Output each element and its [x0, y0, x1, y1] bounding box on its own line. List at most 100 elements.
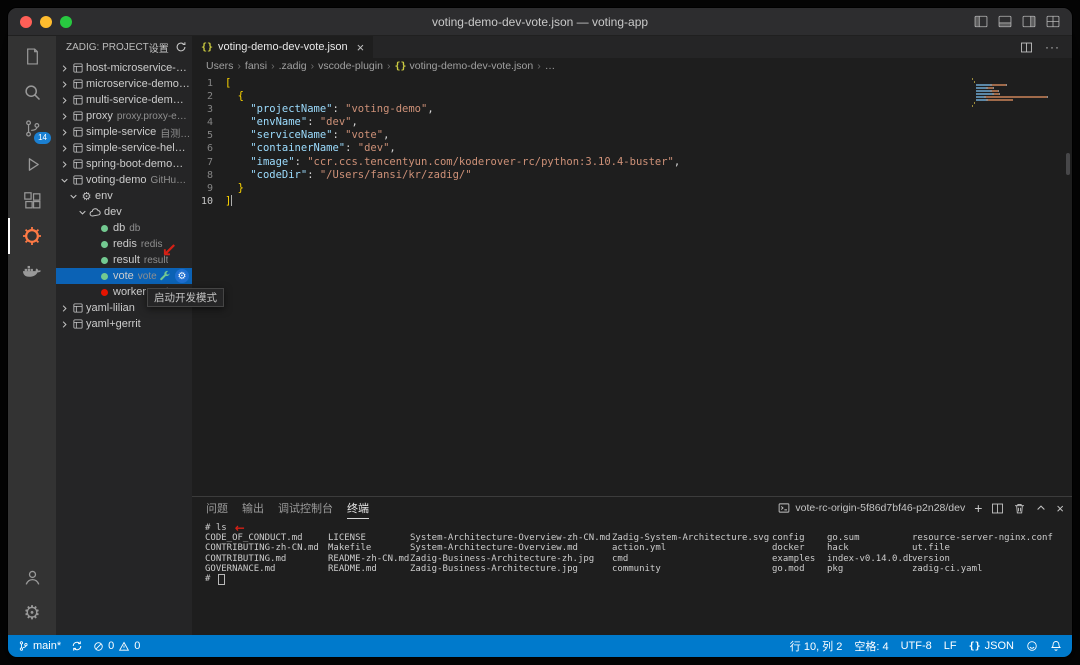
chevron-down-icon[interactable]	[67, 192, 79, 201]
activity-explorer[interactable]	[8, 38, 56, 74]
tree-item-multi-service-demo[interactable]: multi-service-dem…	[56, 92, 192, 108]
minimap[interactable]	[972, 78, 1058, 108]
editor-area: {} voting-demo-dev-vote.json × ··· Users…	[192, 36, 1072, 635]
repo-icon	[70, 158, 85, 170]
chevron-down-icon[interactable]	[58, 176, 70, 185]
tree-item-simple-service[interactable]: simple-service自测…	[56, 124, 192, 140]
tree-item-db[interactable]: dbdb	[56, 220, 192, 236]
run-debug-icon	[22, 154, 43, 175]
docker-icon	[21, 261, 43, 283]
layout-panel-icon[interactable]	[998, 15, 1012, 28]
activity-docker[interactable]	[8, 254, 56, 290]
feedback-button[interactable]	[1026, 640, 1038, 652]
problems-indicator[interactable]: 0 0	[93, 640, 140, 652]
close-panel-button[interactable]: ×	[1056, 502, 1064, 515]
editor-tab[interactable]: {} voting-demo-dev-vote.json ×	[192, 36, 373, 58]
chevron-right-icon[interactable]	[58, 96, 70, 105]
title-bar[interactable]: voting-demo-dev-vote.json — voting-app	[8, 8, 1072, 36]
code-editor[interactable]: 12345678910 [ { "projectName": "voting-d…	[192, 74, 1072, 496]
file-name: docker	[772, 543, 827, 553]
tree-item-vote[interactable]: votevote⚙	[56, 268, 192, 284]
gear-icon[interactable]: ⚙	[175, 269, 189, 283]
repo-icon	[70, 318, 85, 330]
chevron-right-icon[interactable]	[58, 80, 70, 89]
notifications-button[interactable]	[1050, 640, 1062, 652]
service-status-dot	[97, 225, 112, 232]
encoding-indicator[interactable]: UTF-8	[901, 640, 932, 652]
breadcrumb-item[interactable]: fansi	[245, 60, 267, 72]
breadcrumb-item[interactable]: .zadig	[279, 60, 307, 72]
activity-extensions[interactable]	[8, 182, 56, 218]
sync-button[interactable]	[71, 640, 83, 652]
tree-item-proxy[interactable]: proxyproxy.proxy-e…	[56, 108, 192, 124]
breadcrumb-item[interactable]: vscode-plugin	[318, 60, 383, 72]
panel-tab-problems[interactable]: 问题	[206, 497, 228, 519]
file-name: README.md	[328, 564, 410, 574]
terminal-selector[interactable]: vote-rc-origin-5f86d7bf46-p2n28/dev	[778, 502, 965, 514]
chevron-right-icon[interactable]	[58, 128, 70, 137]
layout-secondary-sidebar-icon[interactable]	[1022, 15, 1036, 28]
branch-indicator[interactable]: main*	[18, 640, 61, 652]
breadcrumb-item[interactable]: {}voting-demo-dev-vote.json	[394, 60, 533, 72]
chevron-right-icon[interactable]	[58, 304, 70, 313]
close-tab-icon[interactable]: ×	[357, 41, 365, 54]
tree-item-spring-boot-demo[interactable]: spring-boot-demo…	[56, 156, 192, 172]
minimize-window-button[interactable]	[40, 16, 52, 28]
activity-source-control[interactable]: 14	[8, 110, 56, 146]
tree-item-simple-service-hel[interactable]: simple-service-hel…	[56, 140, 192, 156]
chevron-right-icon[interactable]	[58, 144, 70, 153]
tree-item-label: result	[113, 254, 140, 266]
sidebar-settings-button[interactable]: 设置	[149, 40, 169, 55]
chevron-down-icon[interactable]	[76, 208, 88, 217]
bottom-panel: 问题输出调试控制台终端 vote-rc-origin-5f86d7bf46-p2…	[192, 496, 1072, 635]
terminal-prompt[interactable]: #	[205, 574, 1072, 584]
panel-tab-debug-console[interactable]: 调试控制台	[278, 497, 333, 519]
kill-terminal-icon[interactable]	[1013, 502, 1026, 515]
tree-item-host-microservice[interactable]: host-microservice-…	[56, 60, 192, 76]
sidebar: ZADIG: PROJECT 设置 host-microservice-…mic…	[56, 36, 192, 635]
editor-scrollbar[interactable]	[1066, 153, 1070, 175]
chevron-right-icon[interactable]	[58, 320, 70, 329]
maximize-panel-button[interactable]	[1035, 502, 1047, 514]
json-file-icon: {}	[201, 42, 213, 53]
panel-tabs: 问题输出调试控制台终端	[206, 497, 369, 519]
terminal-view[interactable]: # ls←CODE_OF_CONDUCT.mdLICENSESystem-Arc…	[192, 519, 1072, 635]
refresh-icon[interactable]	[175, 41, 187, 53]
breadcrumb-item[interactable]: …	[545, 60, 556, 72]
zoom-window-button[interactable]	[60, 16, 72, 28]
tree-item-label: env	[95, 190, 113, 202]
layout-sidebar-icon[interactable]	[974, 15, 988, 28]
activity-search[interactable]	[8, 74, 56, 110]
tree-item-dev[interactable]: dev	[56, 204, 192, 220]
language-indicator[interactable]: {} JSON	[969, 640, 1014, 652]
cursor-position[interactable]: 行 10, 列 2	[790, 638, 843, 654]
breadcrumb-item[interactable]: Users	[206, 60, 233, 72]
service-status-dot	[97, 241, 112, 248]
window-title: voting-demo-dev-vote.json — voting-app	[8, 15, 1072, 29]
editor-caret	[231, 195, 232, 206]
activity-manage[interactable]: ⚙	[8, 595, 56, 631]
wrench-icon[interactable]	[159, 270, 171, 282]
activity-run-debug[interactable]	[8, 146, 56, 182]
more-actions-button[interactable]: ···	[1045, 40, 1060, 54]
tree-item-env[interactable]: ⚙env	[56, 188, 192, 204]
customize-layout-icon[interactable]	[1046, 15, 1060, 28]
close-window-button[interactable]	[20, 16, 32, 28]
chevron-right-icon[interactable]	[58, 112, 70, 121]
new-terminal-button[interactable]: +	[974, 501, 982, 515]
tree-item-microservice-demo[interactable]: microservice-demo…	[56, 76, 192, 92]
activity-zadig[interactable]	[8, 218, 56, 254]
panel-tab-output[interactable]: 输出	[242, 497, 264, 519]
sync-icon	[71, 640, 83, 652]
tree-item-yaml-gerrit[interactable]: yaml+gerrit	[56, 316, 192, 332]
split-terminal-button[interactable]	[991, 502, 1004, 515]
repo-icon	[70, 174, 85, 186]
indentation-indicator[interactable]: 空格: 4	[854, 638, 888, 654]
chevron-right-icon[interactable]	[58, 64, 70, 73]
activity-accounts[interactable]	[8, 559, 56, 595]
tree-item-voting-demo[interactable]: voting-demoGitHu…	[56, 172, 192, 188]
split-editor-button[interactable]	[1020, 41, 1033, 54]
panel-tab-terminal[interactable]: 终端	[347, 497, 369, 519]
chevron-right-icon[interactable]	[58, 160, 70, 169]
eol-indicator[interactable]: LF	[944, 640, 957, 652]
